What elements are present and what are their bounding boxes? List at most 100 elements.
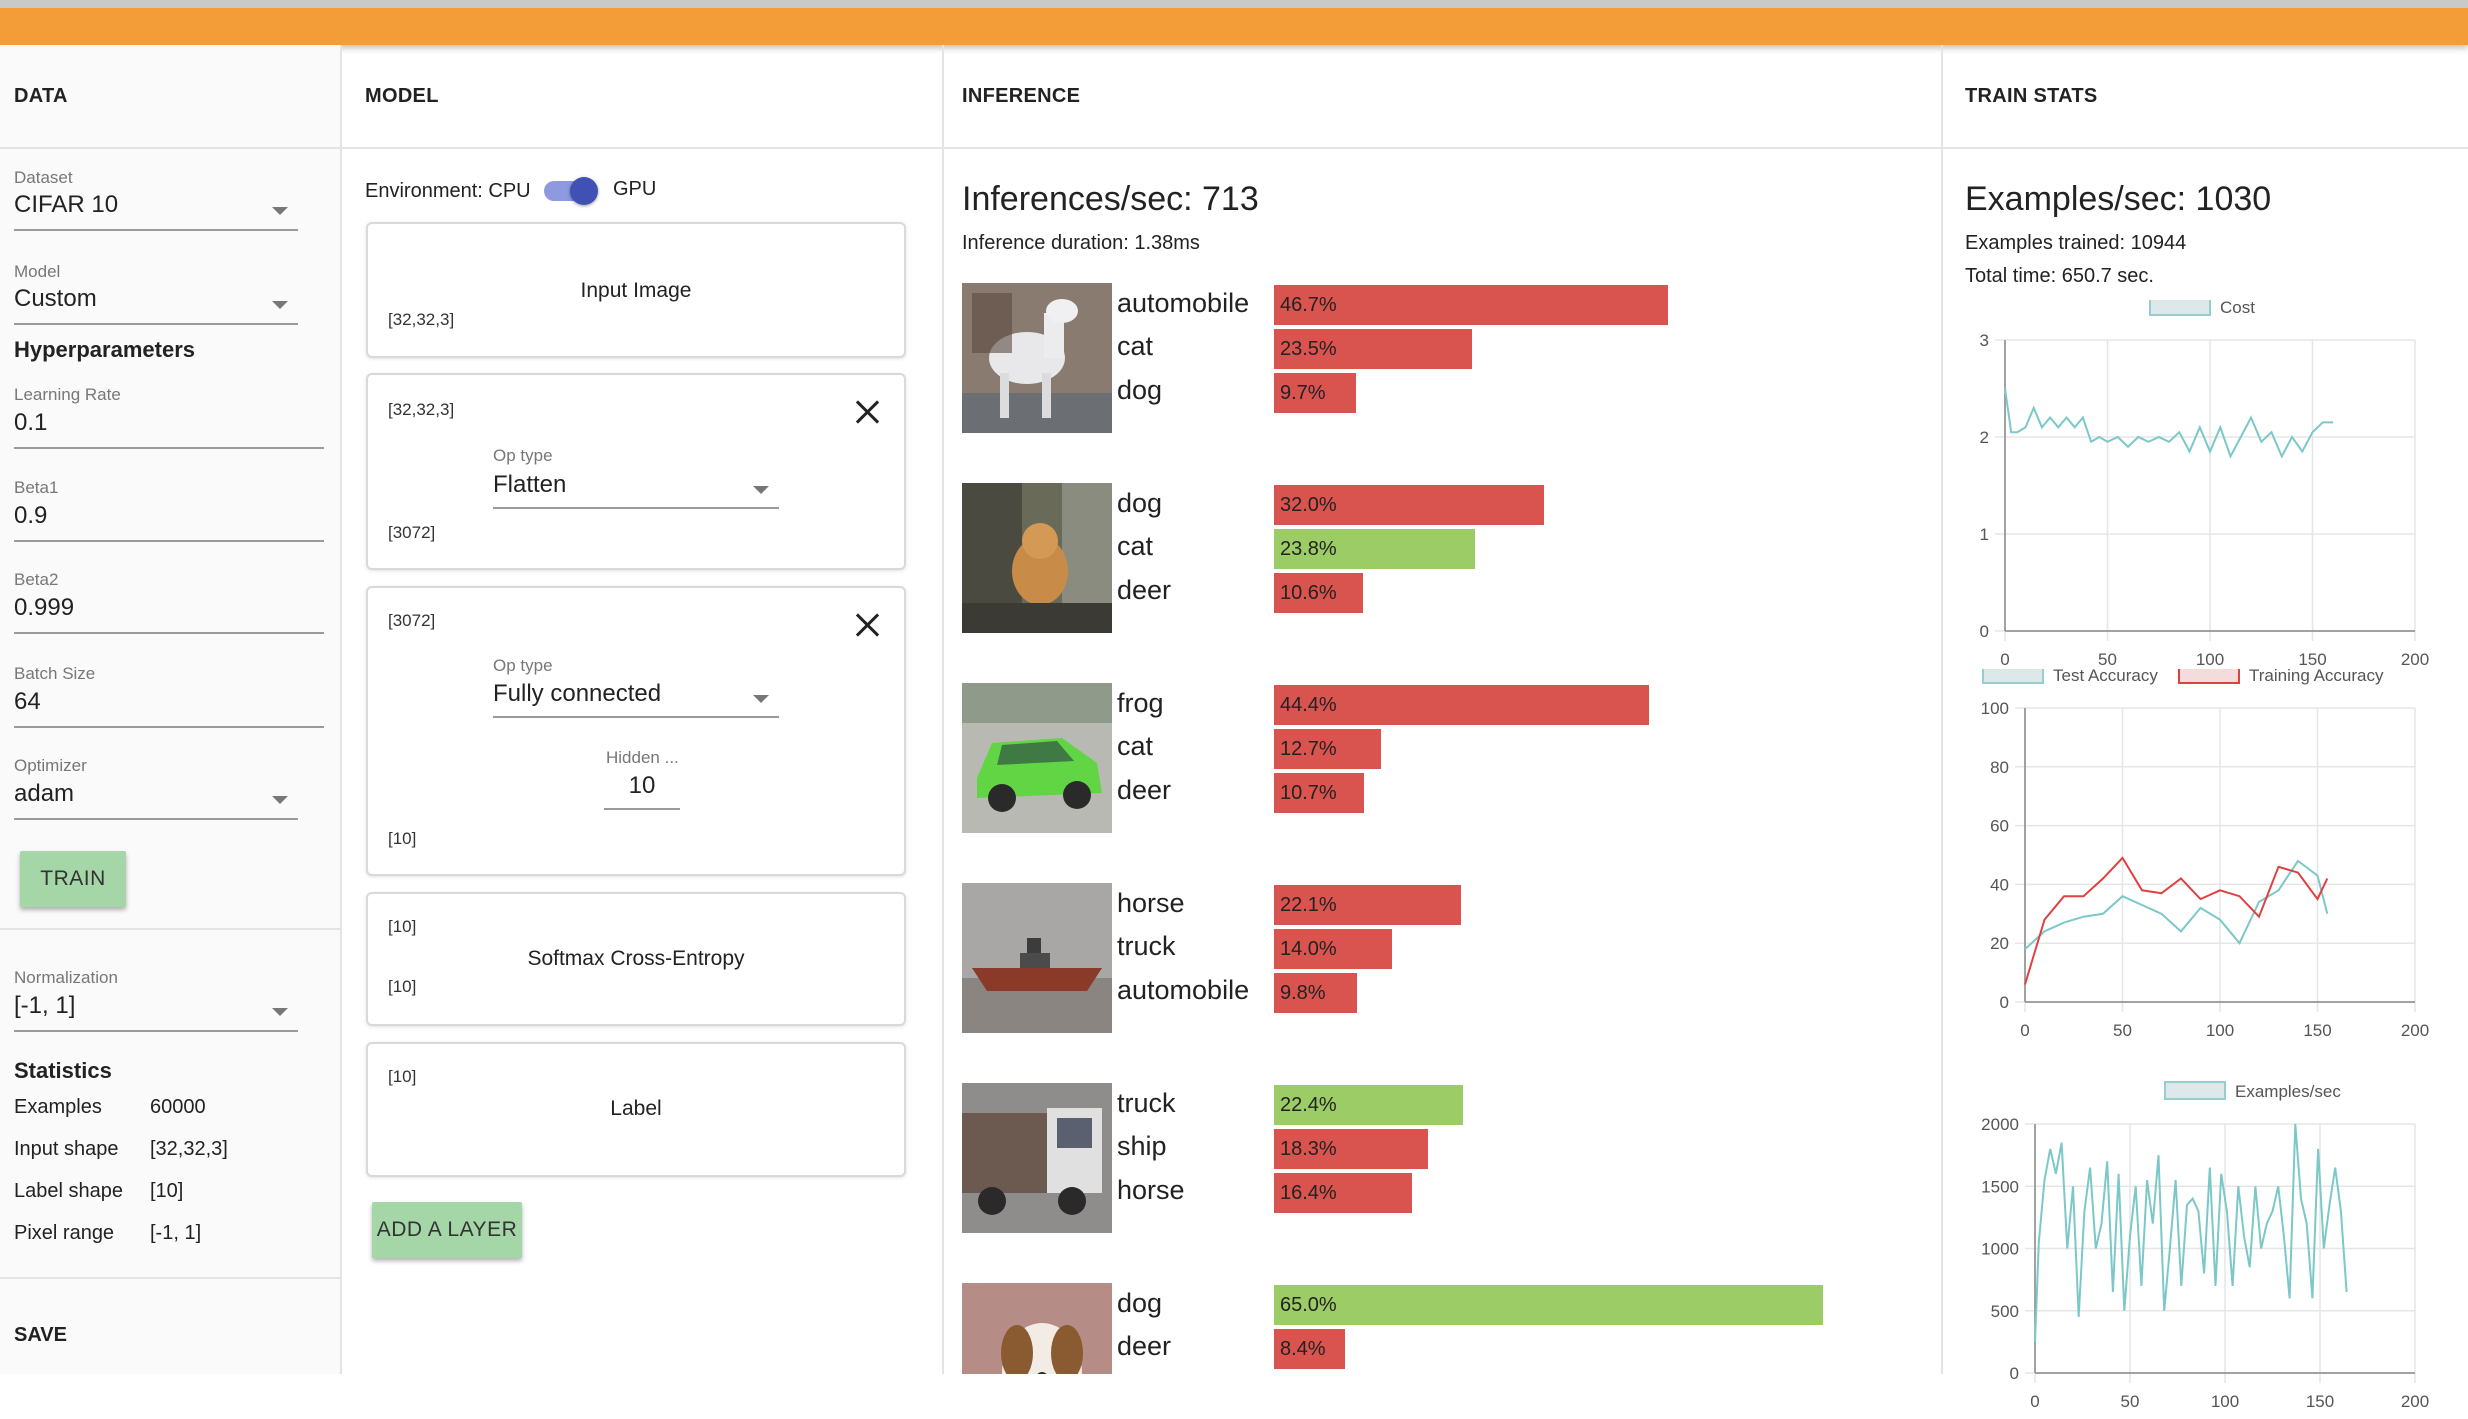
model-select[interactable]: Custom: [14, 285, 298, 325]
prediction-label: dog: [1117, 1288, 1163, 1318]
y-tick-label: 20: [1990, 934, 2009, 953]
white-horse-thumbnail: [962, 283, 1112, 433]
layer-input-shape: [32,32,3]: [388, 400, 455, 419]
beta2-value: 0.999: [14, 594, 75, 621]
prediction-label: deer: [1117, 575, 1172, 605]
save-section-title: SAVE: [14, 1324, 67, 1346]
inference-duration: Inference duration: 1.38ms: [962, 232, 1200, 254]
op-type-value: Fully connected: [493, 680, 662, 707]
x-tick-label: 200: [2401, 1392, 2429, 1411]
add-layer-button[interactable]: ADD A LAYER: [372, 1202, 522, 1258]
prediction-bar: 65.0%: [1274, 1285, 1823, 1325]
dataset-label: Dataset: [14, 168, 73, 187]
inferences-per-sec: Inferences/sec: 713: [962, 180, 1259, 218]
x-tick-label: 150: [2303, 1021, 2331, 1040]
series-line: [2004, 388, 2333, 459]
prediction-label: deer: [1117, 775, 1172, 805]
stat-key: Pixel range: [14, 1222, 115, 1244]
environment-label: Environment: CPU: [365, 180, 531, 202]
x-tick-label: 150: [2298, 650, 2326, 669]
y-tick-label: 2: [1980, 428, 1989, 447]
x-tick-label: 0: [2000, 650, 2009, 669]
y-tick-label: 0: [2000, 993, 2009, 1012]
hidden-units-input[interactable]: 10: [604, 772, 680, 810]
beta1-input[interactable]: 0.9: [14, 502, 324, 542]
close-icon[interactable]: [854, 399, 880, 425]
examples-per-sec-chart: 0 50 100 150 2000500100015002000Examples/sec: [1981, 1081, 2429, 1411]
environment-toggle[interactable]: [544, 176, 604, 206]
batch-size-label: Batch Size: [14, 664, 96, 683]
y-tick-label: 1500: [1981, 1177, 2019, 1196]
hidden-units-value: 10: [628, 772, 656, 799]
prediction-bar: 14.0%: [1274, 929, 1392, 969]
learning-rate-input[interactable]: 0.1: [14, 409, 324, 449]
beta2-label: Beta2: [14, 570, 59, 589]
legend-swatch: [1982, 669, 2044, 684]
legend-swatch: [2178, 669, 2240, 684]
chevron-down-icon: [753, 486, 769, 494]
prediction-bar: 23.5%: [1274, 329, 1472, 369]
y-tick-label: 2000: [1981, 1115, 2019, 1134]
inference-result: dog deer 65.0% 8.4%: [944, 1283, 1943, 1374]
examples-trained: Examples trained: 10944: [1965, 232, 2187, 254]
op-type-select[interactable]: Flatten: [493, 471, 779, 509]
dataset-select[interactable]: CIFAR 10: [14, 191, 298, 231]
legend-swatch: [2149, 300, 2211, 316]
prediction-label: automobile: [1117, 288, 1250, 318]
series-line: [2024, 859, 2329, 950]
normalization-select[interactable]: [-1, 1]: [14, 992, 298, 1032]
inference-result: automobile cat dog 46.7% 23.5% 9.7%: [944, 283, 1943, 443]
prediction-bar: 10.7%: [1274, 773, 1364, 813]
y-tick-label: 100: [1981, 699, 2009, 718]
prediction-bar: 23.8%: [1274, 529, 1475, 569]
y-tick-label: 3: [1980, 331, 1989, 350]
y-tick-label: 500: [1991, 1302, 2019, 1321]
op-type-select[interactable]: Fully connected: [493, 680, 779, 718]
op-type-label: Op type: [493, 656, 553, 675]
layer-softmax-cross-entropy: [10] Softmax Cross-Entropy [10]: [366, 892, 906, 1026]
chevron-down-icon: [272, 207, 288, 215]
stat-value: [32,32,3]: [150, 1138, 228, 1160]
y-tick-label: 60: [1990, 817, 2009, 836]
y-tick-label: 0: [1980, 622, 1989, 641]
layer-output-shape: [10]: [388, 977, 417, 996]
beta1-value: 0.9: [14, 502, 48, 529]
divider: [0, 928, 340, 930]
close-icon[interactable]: [854, 612, 880, 638]
beta1-label: Beta1: [14, 478, 59, 497]
legend-label: Test Accuracy: [2053, 669, 2158, 685]
app-top-bar: [0, 0, 2468, 45]
model-column-header: MODEL: [342, 45, 942, 149]
ship-thumbnail: [962, 883, 1112, 1033]
x-tick-label: 100: [2206, 1021, 2234, 1040]
op-type-label: Op type: [493, 446, 553, 465]
chevron-down-icon: [272, 301, 288, 309]
learning-rate-value: 0.1: [14, 409, 48, 436]
examples-per-sec: Examples/sec: 1030: [1965, 180, 2272, 218]
layer-title: Label: [610, 1097, 662, 1120]
cost-chart: 0 50 100 150 200 0 1 2 3 Cost: [1980, 300, 2429, 669]
y-tick-label: 80: [1990, 758, 2009, 777]
y-tick-label: 1000: [1981, 1240, 2019, 1259]
prediction-bar: 10.6%: [1274, 573, 1363, 613]
optimizer-select[interactable]: adam: [14, 780, 298, 820]
prediction-label: frog: [1117, 688, 1164, 718]
series-line: [2034, 1123, 2348, 1342]
prediction-label: horse: [1117, 1175, 1185, 1205]
layer-flatten: [32,32,3] Op type Flatten [3072]: [366, 373, 906, 570]
prediction-label: horse: [1117, 888, 1185, 918]
x-tick-label: 100: [2211, 1392, 2239, 1411]
green-car-thumbnail: [962, 683, 1112, 833]
beta2-input[interactable]: 0.999: [14, 594, 324, 634]
layer-input-shape: [10]: [388, 1067, 417, 1086]
batch-size-input[interactable]: 64: [14, 688, 324, 728]
prediction-label: ship: [1117, 1131, 1167, 1161]
layer-fully-connected: [3072] Op type Fully connected Hidden ..…: [366, 586, 906, 876]
chevron-down-icon: [272, 1008, 288, 1016]
train-button[interactable]: TRAIN: [20, 851, 126, 907]
prediction-bar: 44.4%: [1274, 685, 1649, 725]
layer-title: Input Image: [580, 279, 692, 302]
data-column: DATA Dataset CIFAR 10 Model Custom Hyper…: [0, 45, 342, 1374]
x-tick-label: 200: [2401, 1021, 2429, 1040]
prediction-label: cat: [1117, 731, 1154, 761]
